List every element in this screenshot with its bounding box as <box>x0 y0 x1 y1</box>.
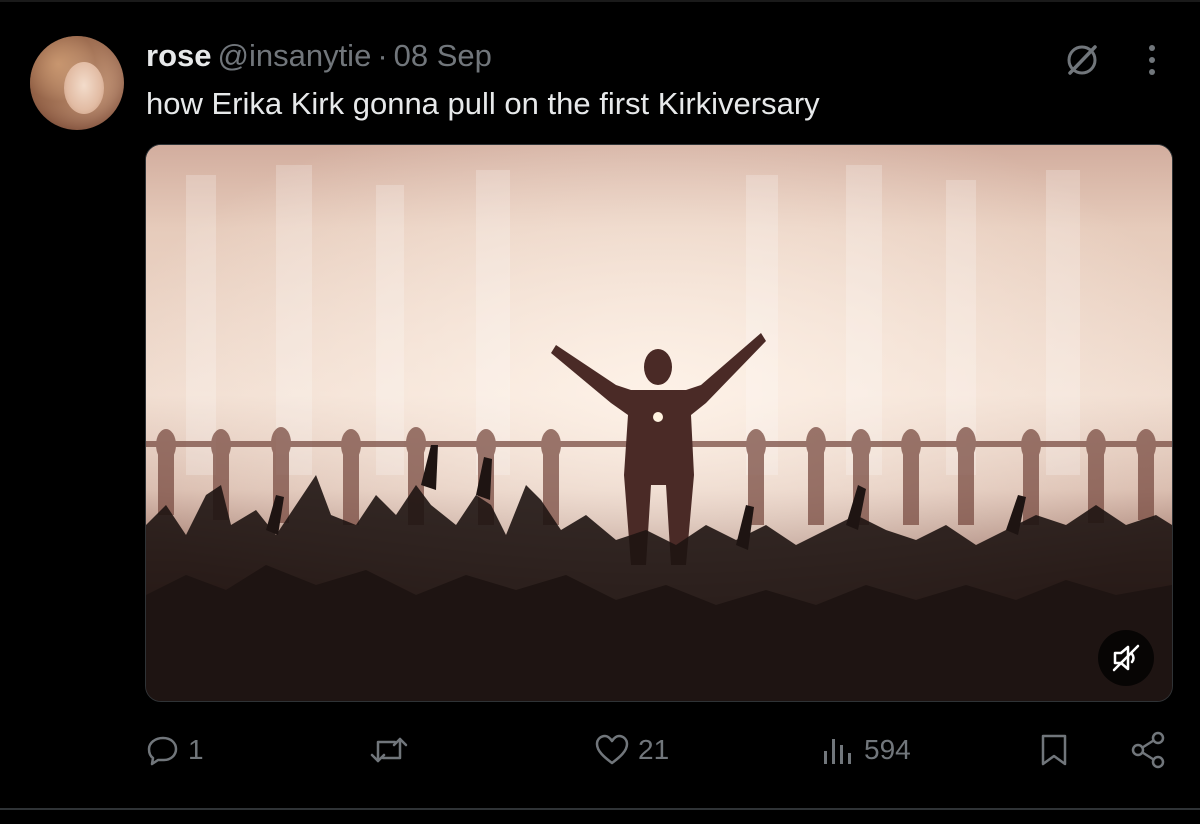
separator-dot: · <box>377 38 388 73</box>
bookmark-icon <box>1041 734 1067 766</box>
like-count: 21 <box>638 734 670 765</box>
more-icon <box>1149 45 1155 75</box>
mute-button[interactable] <box>1098 630 1154 686</box>
views-button[interactable]: 594 <box>820 728 911 772</box>
reply-button[interactable]: 1 <box>146 728 204 772</box>
tweet-header: rose @insanytie · 08 Sep <box>146 38 492 78</box>
like-button[interactable]: 21 <box>594 728 669 772</box>
divider <box>0 0 1200 2</box>
tweet-text: how Erika Kirk gonna pull on the first K… <box>146 86 820 121</box>
tweet-date[interactable]: 08 Sep <box>394 38 492 74</box>
tweet-card[interactable]: rose @insanytie · 08 Sep how Erika Kirk … <box>0 0 1200 824</box>
avatar[interactable] <box>30 36 124 130</box>
author-handle[interactable]: @insanytie <box>217 38 371 74</box>
retweet-button[interactable] <box>369 728 417 772</box>
more-button[interactable] <box>1134 40 1170 80</box>
reply-count: 1 <box>188 734 204 765</box>
views-count: 594 <box>864 734 911 765</box>
author-name[interactable]: rose <box>146 38 211 74</box>
views-icon <box>824 739 851 764</box>
divider <box>0 808 1200 810</box>
retweet-icon <box>370 737 408 763</box>
heart-icon <box>595 734 629 765</box>
grok-button[interactable] <box>1062 40 1102 80</box>
avatar-face <box>64 62 104 114</box>
grok-icon <box>1067 45 1097 75</box>
muted-speaker-icon <box>1112 644 1140 672</box>
share-button[interactable] <box>1128 728 1168 772</box>
video-player[interactable] <box>145 144 1173 702</box>
share-icon <box>1131 731 1165 769</box>
reply-icon <box>147 736 178 766</box>
action-bar: 1 21 594 <box>0 728 1200 772</box>
video-frame <box>146 145 1172 701</box>
bookmark-button[interactable] <box>1036 728 1072 772</box>
